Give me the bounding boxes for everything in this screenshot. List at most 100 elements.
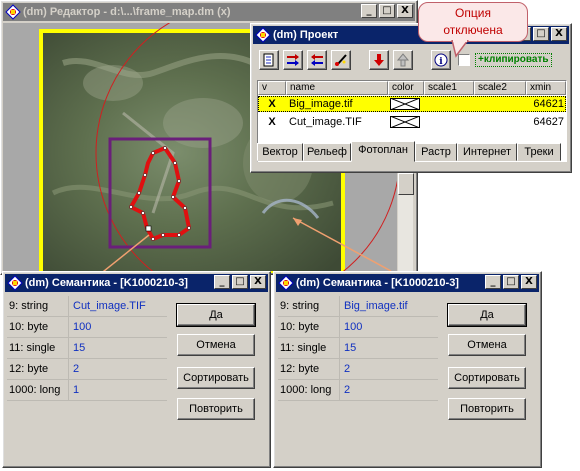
table-row[interactable]: X Cut_image.TIF 64627 bbox=[258, 114, 566, 130]
tab-tracks[interactable]: Треки bbox=[517, 143, 561, 161]
visibility-mark[interactable]: X bbox=[258, 96, 286, 112]
semantics-title: (dm) Семантика - [K1000210-3] bbox=[25, 277, 188, 289]
table-row[interactable]: 9: string Cut_image.TIF bbox=[7, 296, 167, 317]
table-row[interactable]: 1000: long 1 bbox=[7, 380, 167, 401]
repeat-button[interactable]: Повторить bbox=[448, 398, 526, 420]
semantic-value[interactable]: 2 bbox=[340, 359, 438, 379]
project-toolbar: i +клипировать bbox=[257, 50, 567, 72]
cancel-button[interactable]: Отмена bbox=[448, 334, 526, 356]
close-button[interactable]: X bbox=[397, 4, 413, 18]
table-row[interactable]: 10: byte 100 bbox=[7, 317, 167, 338]
semantic-value[interactable]: Cut_image.TIF bbox=[69, 296, 167, 316]
semantics-window-right: (dm) Семантика - [K1000210-3] _ □ X 9: s… bbox=[273, 271, 542, 468]
ok-button[interactable]: Да bbox=[176, 303, 256, 327]
semantic-key: 11: single bbox=[278, 338, 340, 358]
table-row[interactable]: 11: single 15 bbox=[278, 338, 438, 359]
table-row[interactable]: X Big_image.tif 64621 bbox=[258, 96, 566, 112]
table-row[interactable]: 9: string Big_image.tif bbox=[278, 296, 438, 317]
layer-name: Big_image.tif bbox=[289, 98, 353, 110]
table-row[interactable]: 11: single 15 bbox=[7, 338, 167, 359]
project-title: (dm) Проект bbox=[273, 29, 339, 41]
column-color[interactable]: color bbox=[388, 81, 424, 95]
color-swatch[interactable] bbox=[388, 114, 424, 130]
arrows-right-icon bbox=[287, 54, 299, 66]
callout-line-2: отключена bbox=[443, 23, 503, 37]
scrollbar-thumb[interactable] bbox=[398, 173, 414, 195]
brush-icon bbox=[335, 54, 347, 66]
callout-pointer bbox=[451, 40, 469, 58]
semantics-table[interactable]: 9: string Big_image.tif 10: byte 100 11: s… bbox=[278, 296, 438, 401]
minimize-button[interactable]: _ bbox=[361, 4, 377, 18]
tab-relief[interactable]: Рельеф bbox=[303, 143, 351, 161]
semantics-table[interactable]: 9: string Cut_image.TIF 10: byte 100 11: s… bbox=[7, 296, 167, 401]
close-button[interactable]: X bbox=[521, 275, 537, 289]
semantic-value[interactable]: 15 bbox=[340, 338, 438, 358]
color-swatch[interactable] bbox=[388, 96, 424, 112]
table-row[interactable]: 10: byte 100 bbox=[278, 317, 438, 338]
semantic-value[interactable]: 100 bbox=[69, 317, 167, 337]
column-scale1[interactable]: scale1 bbox=[424, 81, 474, 95]
semantic-key: 12: byte bbox=[278, 359, 340, 379]
move-down-button[interactable] bbox=[369, 50, 389, 70]
semantic-key: 10: byte bbox=[278, 317, 340, 337]
editor-title: (dm) Редактор - d:\...\frame_map.dm (x) bbox=[23, 6, 231, 18]
layer-xmin: 64627 bbox=[533, 116, 564, 128]
table-row[interactable]: 12: byte 2 bbox=[278, 359, 438, 380]
sort-button[interactable]: Сортировать bbox=[177, 367, 255, 389]
maximize-button[interactable]: □ bbox=[503, 275, 519, 289]
tab-photoplan[interactable]: Фотоплан bbox=[351, 141, 415, 162]
project-window: (dm) Проект _ □ X i +клипировать bbox=[250, 23, 572, 173]
column-xmin[interactable]: xmin bbox=[526, 81, 566, 95]
app-icon bbox=[5, 4, 21, 20]
minimize-button[interactable]: _ bbox=[485, 275, 501, 289]
info-icon: i bbox=[434, 53, 448, 67]
callout-bubble: Опция отключена bbox=[418, 2, 528, 42]
close-button[interactable]: X bbox=[250, 275, 266, 289]
move-up-button[interactable] bbox=[393, 50, 413, 70]
table-row[interactable]: 1000: long 2 bbox=[278, 380, 438, 401]
move-left-button[interactable] bbox=[307, 50, 327, 70]
column-scale2[interactable]: scale2 bbox=[474, 81, 526, 95]
editor-title-bar[interactable]: (dm) Редактор - d:\...\frame_map.dm (x) bbox=[3, 3, 415, 21]
column-v[interactable]: v bbox=[258, 81, 286, 95]
arrow-down-icon bbox=[374, 54, 384, 66]
cancel-button[interactable]: Отмена bbox=[177, 334, 255, 356]
semantic-value[interactable]: 2 bbox=[340, 380, 438, 400]
semantic-key: 11: single bbox=[7, 338, 69, 358]
edit-tool-button[interactable] bbox=[331, 50, 351, 70]
app-icon bbox=[255, 27, 271, 43]
semantic-key: 9: string bbox=[278, 296, 340, 316]
minimize-button[interactable]: _ bbox=[214, 275, 230, 289]
semantic-value[interactable]: 2 bbox=[69, 359, 167, 379]
tab-internet[interactable]: Интернет bbox=[457, 143, 517, 161]
arrows-left-icon bbox=[311, 54, 323, 66]
move-right-button[interactable] bbox=[283, 50, 303, 70]
tab-vector[interactable]: Вектор bbox=[257, 143, 303, 161]
semantic-value[interactable]: 100 bbox=[340, 317, 438, 337]
visibility-mark[interactable]: X bbox=[258, 114, 286, 130]
semantic-key: 12: byte bbox=[7, 359, 69, 379]
semantic-value[interactable]: Big_image.tif bbox=[340, 296, 438, 316]
new-document-button[interactable] bbox=[259, 50, 279, 70]
repeat-button[interactable]: Повторить bbox=[177, 398, 255, 420]
column-name[interactable]: name bbox=[286, 81, 388, 95]
maximize-button[interactable]: □ bbox=[533, 27, 549, 41]
semantics-window-left: (dm) Семантика - [K1000210-3] _ □ X 9: s… bbox=[2, 271, 271, 468]
close-button[interactable]: X bbox=[551, 27, 567, 41]
callout-line-1: Опция bbox=[455, 6, 491, 20]
ok-button[interactable]: Да bbox=[447, 303, 527, 327]
semantic-key: 1000: long bbox=[278, 380, 340, 400]
semantics-title: (dm) Семантика - [K1000210-3] bbox=[296, 277, 459, 289]
layer-name: Cut_image.TIF bbox=[289, 116, 362, 128]
semantic-key: 10: byte bbox=[7, 317, 69, 337]
semantic-value[interactable]: 15 bbox=[69, 338, 167, 358]
app-icon bbox=[278, 275, 294, 291]
tab-raster[interactable]: Растр bbox=[415, 143, 457, 161]
svg-text:i: i bbox=[439, 57, 443, 67]
table-row[interactable]: 12: byte 2 bbox=[7, 359, 167, 380]
layer-list-header: v name color scale1 scale2 xmin bbox=[258, 81, 566, 95]
maximize-button[interactable]: □ bbox=[379, 4, 395, 18]
maximize-button[interactable]: □ bbox=[232, 275, 248, 289]
sort-button[interactable]: Сортировать bbox=[448, 367, 526, 389]
semantic-value[interactable]: 1 bbox=[69, 380, 167, 400]
